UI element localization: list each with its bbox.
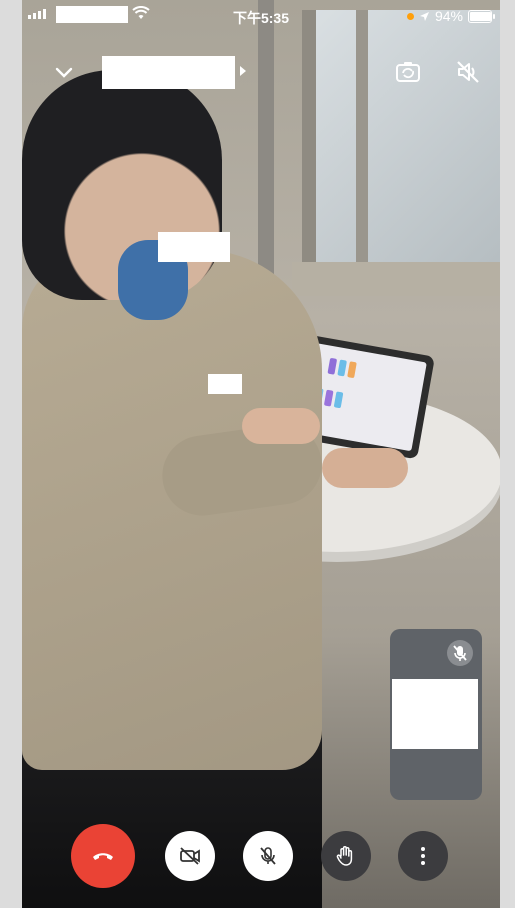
- end-call-button[interactable]: [71, 824, 135, 888]
- status-bar: 下午5:35 94%: [22, 0, 500, 30]
- mic-muted-badge: [447, 640, 473, 666]
- self-name-redacted: [392, 679, 478, 749]
- speaker-muted-icon[interactable]: [454, 58, 482, 86]
- redaction-box: [208, 374, 242, 394]
- mic-off-icon: [453, 645, 467, 661]
- camera-toggle-button[interactable]: [165, 831, 215, 881]
- raise-hand-button[interactable]: [321, 831, 371, 881]
- battery-percent: 94%: [434, 8, 463, 24]
- location-arrow-icon: [419, 11, 429, 21]
- video-off-icon: [180, 847, 200, 865]
- phone-hangup-icon: [93, 853, 113, 860]
- mic-off-icon: [260, 847, 276, 865]
- more-vert-icon: [421, 847, 425, 865]
- switch-camera-icon[interactable]: [394, 58, 422, 86]
- chevron-down-icon[interactable]: [52, 60, 76, 84]
- redaction-box: [158, 232, 230, 262]
- self-view-tile[interactable]: [390, 629, 482, 800]
- more-options-button[interactable]: [398, 831, 448, 881]
- location-dot-icon: [406, 12, 414, 20]
- caret-right-icon[interactable]: [240, 66, 246, 76]
- video-call-screen: 下午5:35 94%: [22, 0, 500, 908]
- battery-icon: [468, 9, 495, 23]
- meeting-title-redacted[interactable]: [102, 56, 235, 89]
- raise-hand-icon: [336, 846, 353, 866]
- microphone-toggle-button[interactable]: [243, 831, 293, 881]
- call-top-bar: [22, 52, 500, 92]
